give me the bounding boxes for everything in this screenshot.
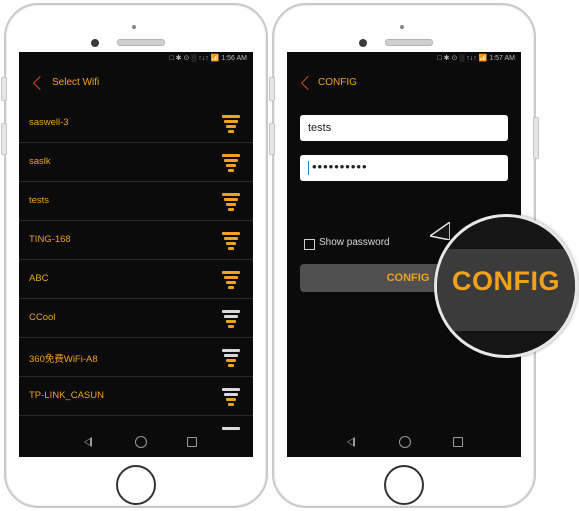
text-cursor bbox=[308, 161, 309, 175]
ssid-value: tests bbox=[308, 122, 332, 134]
wifi-ssid: saslk bbox=[29, 156, 51, 167]
volume-button bbox=[1, 77, 7, 101]
wifi-ssid: tests bbox=[29, 195, 50, 206]
wifi-ssid: TING-168 bbox=[29, 234, 71, 245]
earpiece-speaker bbox=[385, 39, 433, 46]
home-icon[interactable] bbox=[399, 436, 411, 448]
home-button[interactable] bbox=[116, 465, 156, 505]
status-bar: □ ✱ ⊙ ░ ↑↓↑ 📶 1:56 AM bbox=[169, 55, 248, 62]
navigation-bar bbox=[19, 427, 253, 457]
ssid-field[interactable]: tests bbox=[300, 115, 508, 141]
password-field[interactable]: •••••••••• bbox=[300, 155, 508, 181]
magnified-config-label: CONFIG bbox=[452, 266, 560, 296]
header: Select Wifi bbox=[19, 66, 253, 102]
recents-icon[interactable] bbox=[453, 437, 463, 447]
earpiece-speaker bbox=[117, 39, 165, 46]
wifi-signal-icon bbox=[221, 193, 241, 211]
power-button bbox=[533, 117, 539, 159]
navigation-bar bbox=[287, 427, 521, 457]
phone-frame-left: □ ✱ ⊙ ░ ↑↓↑ 📶 1:56 AM Select Wifi saswel… bbox=[1, 3, 268, 508]
wifi-signal-icon bbox=[221, 271, 241, 289]
recents-icon[interactable] bbox=[187, 437, 197, 447]
callout-pointer bbox=[430, 222, 450, 240]
show-password-label[interactable]: Show password bbox=[319, 237, 390, 248]
back-icon[interactable] bbox=[84, 437, 92, 447]
wifi-ssid: 360免费WiFi-A8 bbox=[29, 354, 98, 365]
show-password-checkbox[interactable] bbox=[304, 239, 315, 250]
chevron-left-icon[interactable] bbox=[32, 75, 48, 91]
header: CONFIG bbox=[287, 66, 521, 102]
config-magnifier: CONFIG bbox=[434, 214, 578, 358]
volume-button bbox=[269, 123, 275, 155]
back-icon[interactable] bbox=[347, 437, 355, 447]
home-icon[interactable] bbox=[135, 436, 147, 448]
front-camera bbox=[359, 39, 367, 47]
page-title: CONFIG bbox=[318, 77, 357, 88]
wifi-list: saswell-3 saslk tests TING-168 ABC CCool 360免费… bbox=[19, 104, 253, 455]
wifi-ssid: CCool bbox=[29, 312, 56, 323]
wifi-list-item[interactable]: TING-168 bbox=[19, 221, 253, 260]
password-value: •••••••••• bbox=[312, 159, 368, 174]
home-button[interactable] bbox=[384, 465, 424, 505]
wifi-list-item[interactable]: CCool bbox=[19, 299, 253, 338]
status-bar: □ ✱ ⊙ ░ ↑↓↑ 📶 1:57 AM bbox=[437, 55, 516, 62]
screen-left: □ ✱ ⊙ ░ ↑↓↑ 📶 1:56 AM Select Wifi saswel… bbox=[19, 52, 253, 457]
wifi-signal-icon bbox=[221, 388, 241, 406]
page-title: Select Wifi bbox=[52, 77, 100, 88]
wifi-ssid: saswell-3 bbox=[29, 117, 69, 128]
volume-button bbox=[269, 77, 275, 101]
chevron-left-icon[interactable] bbox=[300, 75, 316, 91]
volume-button bbox=[1, 123, 7, 155]
wifi-list-item[interactable]: tests bbox=[19, 182, 253, 221]
wifi-list-item[interactable]: saslk bbox=[19, 143, 253, 182]
wifi-list-item[interactable]: ABC bbox=[19, 260, 253, 299]
sensor-dot bbox=[132, 25, 136, 29]
wifi-signal-icon bbox=[221, 115, 241, 133]
wifi-signal-icon bbox=[221, 232, 241, 250]
wifi-list-item[interactable]: saswell-3 bbox=[19, 104, 253, 143]
wifi-signal-icon bbox=[221, 154, 241, 172]
front-camera bbox=[91, 39, 99, 47]
wifi-ssid: TP-LINK_CASUN bbox=[29, 390, 104, 401]
wifi-list-item[interactable]: 360免费WiFi-A8 bbox=[19, 338, 253, 377]
wifi-signal-icon bbox=[221, 349, 241, 367]
sensor-dot bbox=[400, 25, 404, 29]
wifi-list-item[interactable]: TP-LINK_CASUN bbox=[19, 377, 253, 416]
wifi-signal-icon bbox=[221, 310, 241, 328]
wifi-ssid: ABC bbox=[29, 273, 49, 284]
